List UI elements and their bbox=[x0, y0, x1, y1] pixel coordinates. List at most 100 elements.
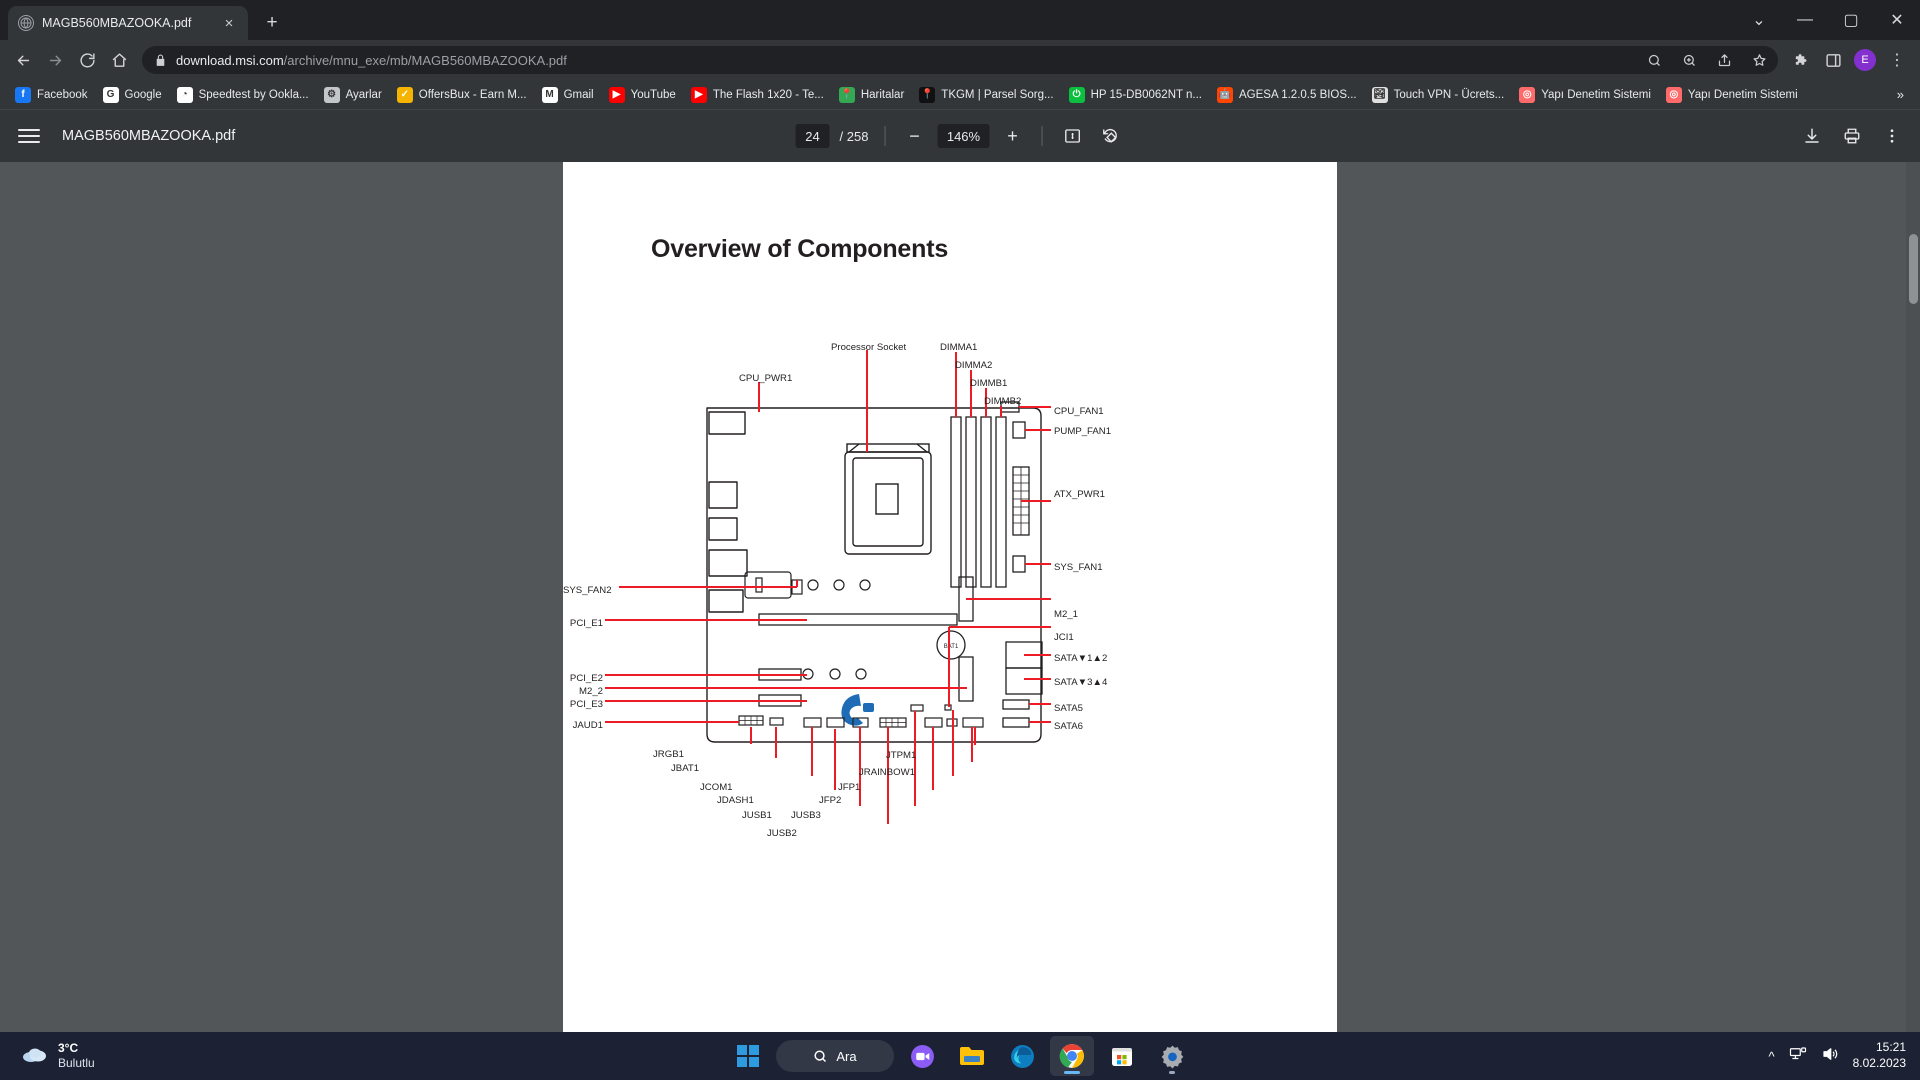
page-number-input[interactable]: 24 bbox=[795, 124, 830, 148]
bookmark-label: Gmail bbox=[563, 88, 594, 101]
power-icon: ⏻ bbox=[1068, 86, 1085, 103]
pdf-toolbar: MAGB560MBAZOOKA.pdf 24 / 258 − 146% + bbox=[0, 110, 1920, 162]
bookmarks-bar: f Facebook G Google ◔ Speedtest by Ookla... ⚙ A… bbox=[0, 80, 1920, 110]
bookmark-star-icon[interactable] bbox=[1746, 47, 1772, 73]
new-tab-button[interactable]: + bbox=[258, 9, 286, 37]
component-label: JUSB3 bbox=[791, 810, 821, 821]
scrollbar[interactable] bbox=[1906, 162, 1920, 1032]
zoom-icon[interactable] bbox=[1676, 47, 1702, 73]
print-icon[interactable] bbox=[1838, 122, 1866, 150]
window-controls: ⌄ — ▢ ✕ bbox=[1736, 0, 1920, 40]
rotate-icon[interactable] bbox=[1096, 122, 1124, 150]
bookmark-label: Facebook bbox=[37, 88, 88, 101]
extensions-puzzle-icon[interactable] bbox=[1786, 45, 1816, 75]
search-input[interactable]: Ara bbox=[776, 1040, 894, 1072]
bookmark-item[interactable]: ◎ Yapı Denetim Sistemi bbox=[1659, 84, 1805, 106]
volume-icon[interactable] bbox=[1821, 1045, 1839, 1068]
taskbar-apps: Ara bbox=[726, 1036, 1194, 1076]
forward-arrow-icon[interactable] bbox=[40, 45, 70, 75]
bookmark-label: Speedtest by Ookla... bbox=[198, 88, 309, 101]
close-window-button[interactable]: ✕ bbox=[1874, 0, 1920, 40]
component-label: CPU_PWR1 bbox=[739, 373, 793, 384]
pdf-viewport[interactable]: Overview of Components BAT1 Processor So… bbox=[0, 162, 1920, 1032]
microsoft-store-icon[interactable] bbox=[1100, 1036, 1144, 1076]
file-explorer-icon[interactable] bbox=[950, 1036, 994, 1076]
minimize-button[interactable]: — bbox=[1782, 0, 1828, 40]
bookmark-label: The Flash 1x20 - Te... bbox=[712, 88, 824, 101]
bookmark-label: TKGM | Parsel Sorg... bbox=[941, 88, 1054, 101]
target-icon: ◎ bbox=[1665, 86, 1682, 103]
component-label: PCI_E2 bbox=[569, 673, 603, 684]
component-label: JRAINBOW1 bbox=[859, 767, 915, 778]
bookmark-label: YouTube bbox=[630, 88, 676, 101]
facebook-icon: f bbox=[15, 86, 31, 103]
search-label: Ara bbox=[836, 1048, 857, 1064]
download-icon[interactable] bbox=[1798, 122, 1826, 150]
network-icon[interactable] bbox=[1789, 1045, 1807, 1068]
windows-start-icon[interactable] bbox=[726, 1036, 770, 1076]
bookmark-label: OffersBux - Earn M... bbox=[418, 88, 527, 101]
bookmark-item[interactable]: G Google bbox=[96, 84, 169, 106]
divider bbox=[884, 126, 886, 146]
more-vertical-icon[interactable]: ⋮ bbox=[1882, 45, 1912, 75]
bookmark-item[interactable]: ✓ OffersBux - Earn M... bbox=[390, 84, 534, 106]
meet-icon[interactable] bbox=[900, 1036, 944, 1076]
hamburger-menu-icon[interactable] bbox=[14, 121, 44, 151]
more-vertical-icon[interactable] bbox=[1878, 122, 1906, 150]
bookmark-item[interactable]: 🤖 AGESA 1.2.0.5 BIOS... bbox=[1210, 84, 1364, 106]
zoom-level-display[interactable]: 146% bbox=[937, 124, 990, 148]
component-label: PUMP_FAN1 bbox=[1054, 426, 1112, 437]
fit-to-page-icon[interactable] bbox=[1058, 122, 1086, 150]
clock[interactable]: 15:21 8.02.2023 bbox=[1853, 1040, 1906, 1071]
home-icon[interactable] bbox=[104, 45, 134, 75]
reload-icon[interactable] bbox=[72, 45, 102, 75]
bookmark-item[interactable]: ◎ Yapı Denetim Sistemi bbox=[1512, 84, 1658, 106]
component-label: DIMMB2 bbox=[984, 396, 1022, 407]
zoom-out-button[interactable]: − bbox=[901, 123, 927, 149]
back-arrow-icon[interactable] bbox=[8, 45, 38, 75]
bookmark-item[interactable]: 🏞 Touch VPN - Ücrets... bbox=[1365, 84, 1512, 106]
component-label: JCI1 bbox=[1054, 632, 1074, 643]
avatar[interactable]: E bbox=[1854, 49, 1876, 71]
bookmark-item[interactable]: ▶ YouTube bbox=[602, 84, 683, 106]
close-icon[interactable]: × bbox=[220, 14, 238, 32]
bookmarks-overflow-button[interactable]: » bbox=[1889, 87, 1912, 102]
component-label: SATA▼3▲4 bbox=[1054, 677, 1108, 688]
bookmark-item[interactable]: 📍 Haritalar bbox=[832, 84, 911, 106]
component-label: SATA5 bbox=[1054, 703, 1083, 714]
bookmark-item[interactable]: 📍 TKGM | Parsel Sorg... bbox=[912, 84, 1060, 106]
edge-icon[interactable] bbox=[1000, 1036, 1044, 1076]
maximize-button[interactable]: ▢ bbox=[1828, 0, 1874, 40]
browser-window: MAGB560MBAZOOKA.pdf × + ⌄ — ▢ ✕ download… bbox=[0, 0, 1920, 1032]
bookmark-item[interactable]: M Gmail bbox=[535, 84, 601, 106]
settings-icon[interactable] bbox=[1150, 1036, 1194, 1076]
tab-search-icon[interactable]: ⌄ bbox=[1736, 0, 1782, 40]
active-indicator bbox=[1169, 1071, 1175, 1074]
share-icon[interactable] bbox=[1711, 47, 1737, 73]
component-label: JDASH1 bbox=[717, 795, 754, 806]
weather-widget[interactable]: 3°C Bulutlu bbox=[0, 1041, 95, 1071]
component-label: JBAT1 bbox=[671, 763, 700, 774]
bookmark-label: HP 15-DB0062NT n... bbox=[1090, 88, 1203, 101]
bookmark-item[interactable]: ⏻ HP 15-DB0062NT n... bbox=[1062, 84, 1209, 106]
bookmark-item[interactable]: ⚙ Ayarlar bbox=[317, 84, 389, 106]
component-label: DIMMA1 bbox=[940, 342, 978, 353]
gmail-icon: M bbox=[541, 86, 558, 103]
scrollbar-thumb[interactable] bbox=[1909, 234, 1918, 304]
browser-tab[interactable]: MAGB560MBAZOOKA.pdf × bbox=[8, 6, 248, 40]
zoom-in-button[interactable]: + bbox=[999, 123, 1025, 149]
chevron-up-icon[interactable]: ^ bbox=[1769, 1049, 1775, 1064]
bookmark-item[interactable]: ◔ Speedtest by Ookla... bbox=[170, 84, 316, 106]
component-label: JAUD1 bbox=[572, 720, 603, 731]
bookmark-item[interactable]: ▶ The Flash 1x20 - Te... bbox=[684, 84, 831, 106]
address-bar[interactable]: download.msi.com/archive/mnu_exe/mb/MAGB… bbox=[142, 46, 1778, 74]
search-icon[interactable] bbox=[1641, 47, 1667, 73]
bookmark-item[interactable]: f Facebook bbox=[8, 84, 95, 106]
sidepanel-icon[interactable] bbox=[1818, 45, 1848, 75]
gear-icon: ⚙ bbox=[323, 86, 340, 103]
chrome-icon[interactable] bbox=[1050, 1036, 1094, 1076]
bookmark-label: Yapı Denetim Sistemi bbox=[1687, 88, 1798, 101]
component-label: JCOM1 bbox=[700, 782, 733, 793]
motherboard-diagram: BAT1 bbox=[605, 350, 1051, 824]
bookmark-label: Touch VPN - Ücrets... bbox=[1393, 88, 1505, 101]
